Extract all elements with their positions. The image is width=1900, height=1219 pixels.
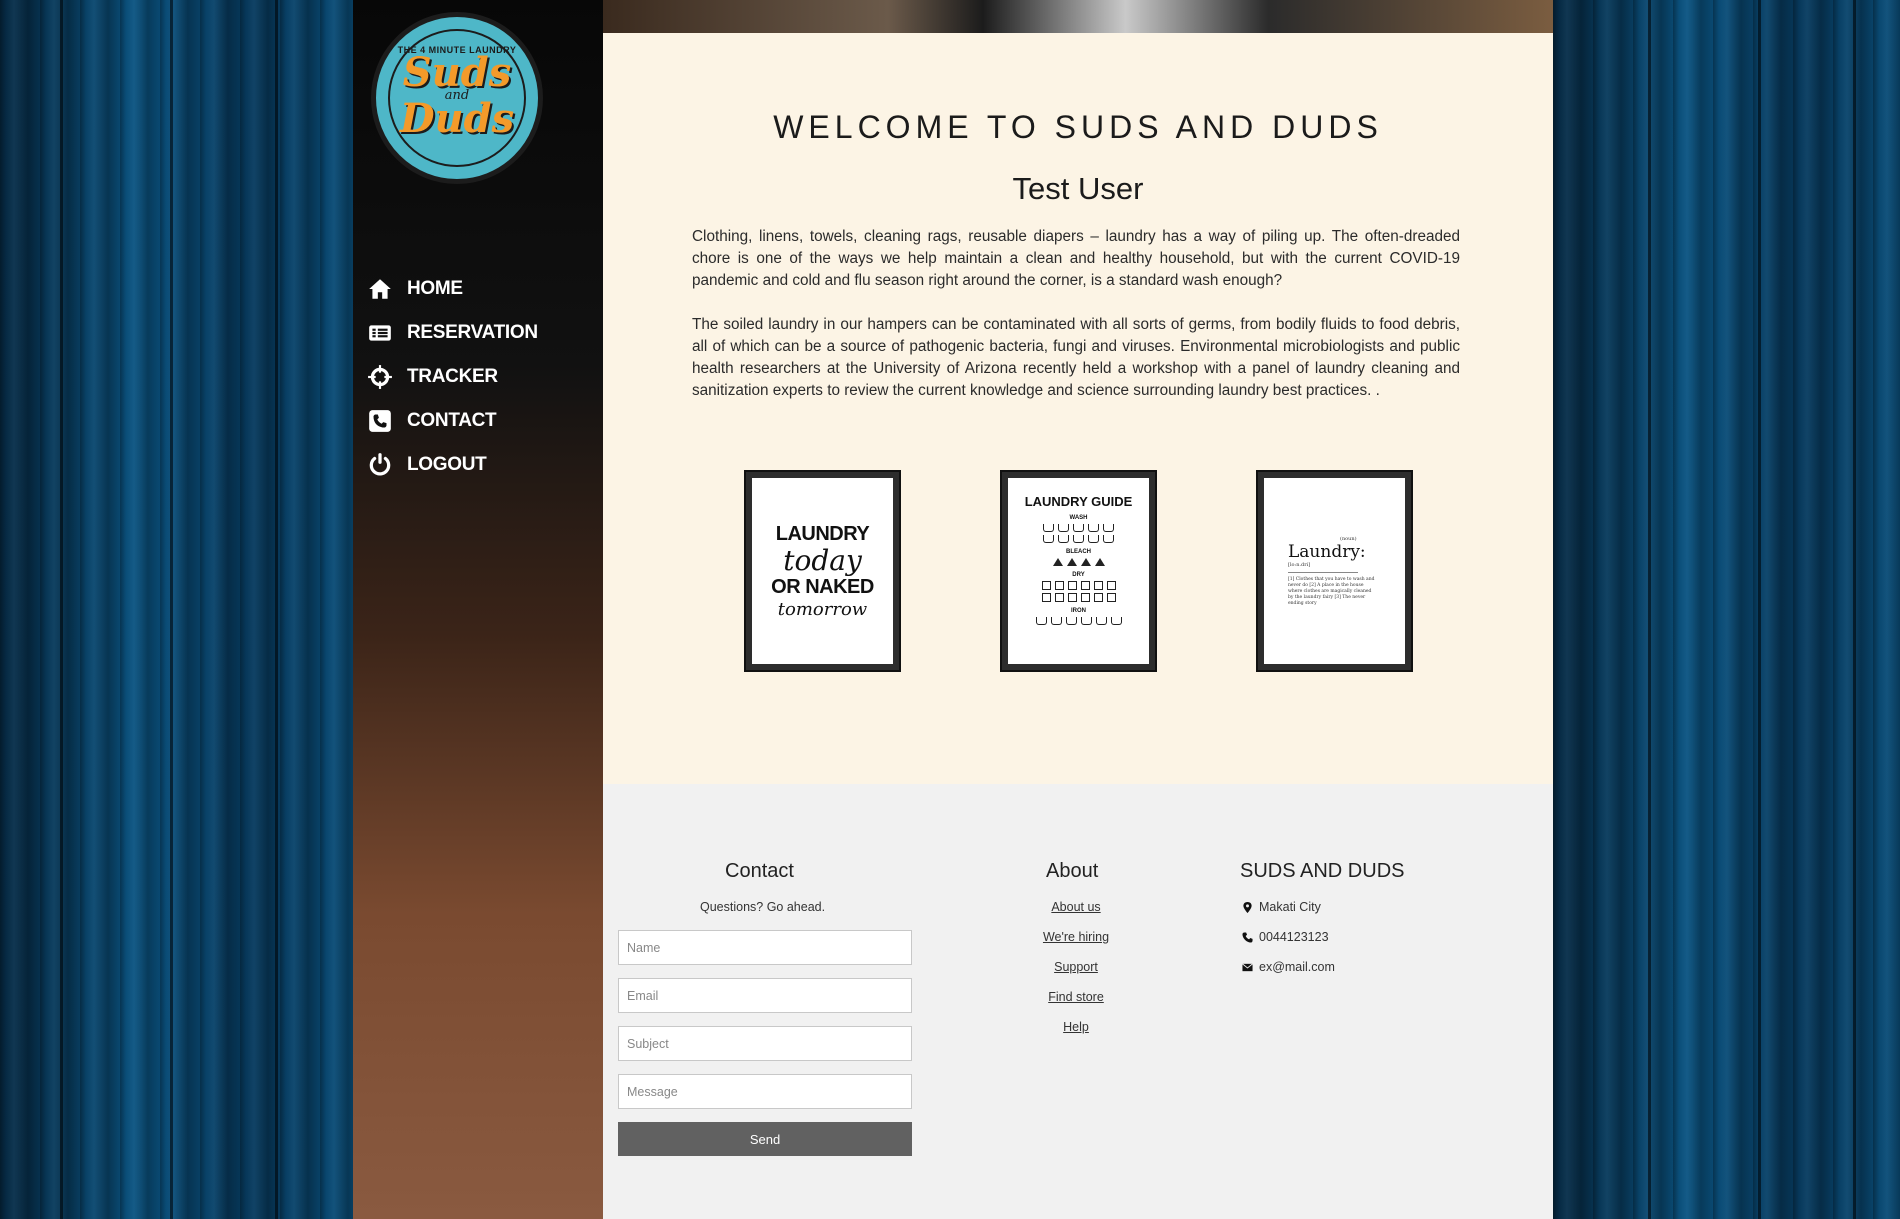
poster2-section-dry: DRY: [1072, 572, 1085, 578]
intro-paragraph-2: The soiled laundry in our hampers can be…: [692, 316, 1460, 399]
power-icon: [369, 453, 391, 476]
wood-background-right: [1553, 0, 1900, 1219]
hiring-link[interactable]: We're hiring: [1016, 930, 1136, 944]
footer-contact-subtitle: Questions? Go ahead.: [700, 900, 826, 914]
nav-item-tracker[interactable]: TRACKER: [367, 360, 538, 394]
contact-name-input[interactable]: [618, 930, 912, 965]
contact-message-input[interactable]: [618, 1074, 912, 1109]
company-location: Makati City: [1242, 900, 1321, 914]
home-icon: [369, 279, 391, 299]
about-us-link[interactable]: About us: [1016, 900, 1136, 914]
nav-label-reservation: RESERVATION: [407, 322, 538, 343]
company-location-text: Makati City: [1259, 900, 1321, 914]
poster2-title: LAUNDRY GUIDE: [1024, 494, 1133, 509]
poster1-line1: LAUNDRY: [775, 522, 870, 545]
support-link[interactable]: Support: [1016, 960, 1136, 974]
poster3-pronunciation: [lo:n.dri]: [1288, 561, 1311, 568]
hero-image-strip: [603, 0, 1553, 33]
logo[interactable]: THE 4 MINUTE LAUNDRY Suds and Duds: [371, 12, 543, 184]
poster2-section-wash: WASH: [1069, 515, 1088, 521]
company-email-text: ex@mail.com: [1259, 960, 1335, 974]
help-link[interactable]: Help: [1016, 1020, 1136, 1034]
footer-contact-title: Contact: [725, 860, 794, 882]
poster2-section-bleach: BLEACH: [1066, 549, 1091, 555]
poster1-line2: today: [783, 543, 862, 577]
company-phone: 0044123123: [1242, 930, 1329, 944]
poster-laundry-today: LAUNDRY today OR NAKED tomorrow: [746, 472, 899, 670]
company-phone-text: 0044123123: [1259, 930, 1329, 944]
footer-about-title: About: [1046, 860, 1099, 882]
nav-label-tracker: TRACKER: [407, 366, 498, 387]
poster2-section-iron: IRON: [1071, 608, 1086, 614]
nav-label-contact: CONTACT: [407, 410, 497, 431]
phone-icon: [1242, 931, 1253, 943]
wood-background-left: [0, 0, 353, 1219]
nav-label-logout: LOGOUT: [407, 454, 487, 475]
poster3-word: Laundry:: [1288, 541, 1366, 562]
send-button[interactable]: Send: [618, 1122, 912, 1156]
contact-subject-input[interactable]: [618, 1026, 912, 1061]
map-marker-icon: [1243, 901, 1252, 913]
main-content: WELCOME TO SUDS AND DUDS Test User Cloth…: [603, 33, 1553, 784]
company-email: ex@mail.com: [1242, 960, 1335, 974]
nav-item-logout[interactable]: LOGOUT: [367, 448, 538, 482]
intro-paragraph-1: Clothing, linens, towels, cleaning rags,…: [692, 228, 1460, 289]
envelope-icon: [1242, 962, 1253, 971]
footer: Contact Questions? Go ahead. Send About …: [603, 784, 1553, 1219]
poster1-line3: OR NAKED: [771, 575, 874, 598]
welcome-heading: WELCOME TO SUDS AND DUDS: [773, 109, 1383, 145]
user-name: Test User: [1012, 171, 1144, 206]
footer-company-title: SUDS AND DUDS: [1240, 860, 1405, 882]
nav-item-home[interactable]: HOME: [367, 272, 538, 306]
poster-laundry-definition: (noun) Laundry: [lo:n.dri] [1] Clothes t…: [1258, 472, 1411, 670]
poster3-definition: [1] Clothes that you have to wash and ne…: [1288, 576, 1375, 606]
main-nav: HOME RESERVATION TRACKER CONTACT LOGOUT: [367, 272, 538, 492]
contact-email-input[interactable]: [618, 978, 912, 1013]
nav-item-contact[interactable]: CONTACT: [367, 404, 538, 438]
poster1-line4: tomorrow: [777, 598, 868, 620]
phone-icon: [369, 410, 391, 432]
poster-laundry-guide: LAUNDRY GUIDE WASH BLEACH DRY IRON: [1002, 472, 1155, 670]
sidebar: THE 4 MINUTE LAUNDRY Suds and Duds HOME …: [353, 0, 603, 1219]
find-store-link[interactable]: Find store: [1016, 990, 1136, 1004]
nav-label-home: HOME: [407, 278, 463, 299]
nav-item-reservation[interactable]: RESERVATION: [367, 316, 538, 350]
reservation-icon: [369, 325, 391, 341]
crosshair-icon: [368, 365, 392, 389]
